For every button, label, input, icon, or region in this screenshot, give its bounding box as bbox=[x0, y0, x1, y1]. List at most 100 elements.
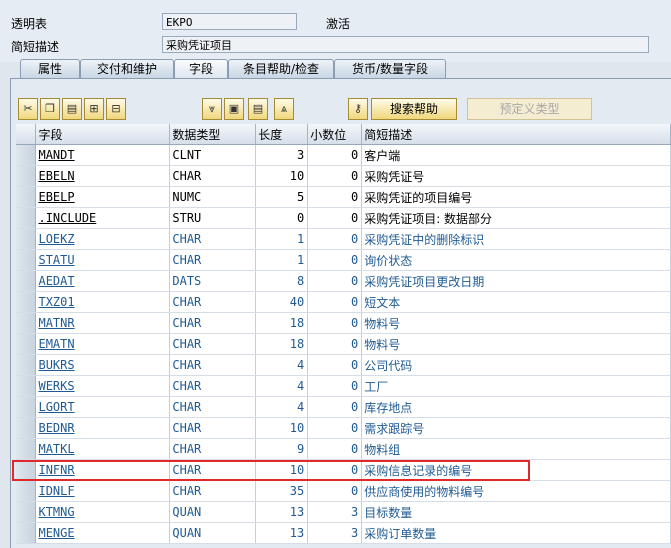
field-name-cell[interactable]: KTMNG bbox=[35, 501, 171, 523]
table-row[interactable]: EMATN CHAR 18 0 物料号 bbox=[16, 333, 671, 355]
short-desc-cell[interactable]: 物料号 bbox=[361, 333, 671, 355]
field-name-cell[interactable]: EBELN bbox=[35, 165, 171, 187]
row-selector[interactable] bbox=[16, 522, 37, 544]
short-desc-cell[interactable]: 询价状态 bbox=[361, 249, 671, 271]
length-cell[interactable]: 4 bbox=[255, 354, 309, 376]
row-selector[interactable] bbox=[16, 396, 37, 418]
col-header-decimals[interactable]: 小数位 bbox=[307, 124, 363, 145]
table-row[interactable]: MENGE QUAN 13 3 采购订单数量 bbox=[16, 522, 671, 544]
length-cell[interactable]: 4 bbox=[255, 375, 309, 397]
table-row[interactable]: WERKS CHAR 4 0 工厂 bbox=[16, 375, 671, 397]
row-selector[interactable] bbox=[16, 480, 37, 502]
row-selector[interactable] bbox=[16, 144, 37, 166]
data-type-cell[interactable]: CHAR bbox=[169, 312, 257, 334]
table-name-field[interactable]: EKPO bbox=[162, 13, 297, 30]
short-desc-cell[interactable]: 客户端 bbox=[361, 144, 671, 166]
tab-entry-help-check[interactable]: 条目帮助/检查 bbox=[228, 59, 334, 78]
field-name-cell[interactable]: MATKL bbox=[35, 438, 171, 460]
cut-icon[interactable]: ✂ bbox=[18, 98, 38, 120]
short-desc-cell[interactable]: 采购凭证项目: 数据部分 bbox=[361, 207, 671, 229]
length-cell[interactable]: 35 bbox=[255, 480, 309, 502]
row-selector[interactable] bbox=[16, 417, 37, 439]
row-selector[interactable] bbox=[16, 228, 37, 250]
field-name-cell[interactable]: WERKS bbox=[35, 375, 171, 397]
table-row[interactable]: MATKL CHAR 9 0 物料组 bbox=[16, 438, 671, 460]
row-selector[interactable] bbox=[16, 438, 37, 460]
table-row[interactable]: LGORT CHAR 4 0 库存地点 bbox=[16, 396, 671, 418]
short-desc-cell[interactable]: 采购订单数量 bbox=[361, 522, 671, 544]
length-cell[interactable]: 1 bbox=[255, 249, 309, 271]
short-desc-cell[interactable]: 物料组 bbox=[361, 438, 671, 460]
short-desc-cell[interactable]: 短文本 bbox=[361, 291, 671, 313]
short-desc-cell[interactable]: 公司代码 bbox=[361, 354, 671, 376]
row-selector[interactable] bbox=[16, 270, 37, 292]
tab-fields[interactable]: 字段 bbox=[174, 59, 228, 78]
field-name-cell[interactable]: EMATN bbox=[35, 333, 171, 355]
length-cell[interactable]: 40 bbox=[255, 291, 309, 313]
table-row[interactable]: LOEKZ CHAR 1 0 采购凭证中的删除标识 bbox=[16, 228, 671, 250]
length-cell[interactable]: 8 bbox=[255, 270, 309, 292]
field-name-cell[interactable]: STATU bbox=[35, 249, 171, 271]
data-type-cell[interactable]: CHAR bbox=[169, 228, 257, 250]
short-desc-field[interactable]: 采购凭证项目 bbox=[162, 36, 649, 53]
length-cell[interactable]: 1 bbox=[255, 228, 309, 250]
decimals-cell[interactable]: 0 bbox=[307, 249, 363, 271]
decimals-cell[interactable]: 0 bbox=[307, 186, 363, 208]
row-selector[interactable] bbox=[16, 249, 37, 271]
copy-icon[interactable]: ❐ bbox=[40, 98, 60, 120]
tab-attributes[interactable]: 属性 bbox=[20, 59, 80, 78]
col-header-data-type[interactable]: 数据类型 bbox=[169, 124, 257, 145]
data-type-cell[interactable]: NUMC bbox=[169, 186, 257, 208]
short-desc-cell[interactable]: 采购凭证的项目编号 bbox=[361, 186, 671, 208]
last-row-icon[interactable]: ⩓ bbox=[274, 98, 294, 120]
data-type-cell[interactable]: STRU bbox=[169, 207, 257, 229]
row-selector-header[interactable] bbox=[16, 124, 37, 145]
insert-row-icon[interactable]: ⊞ bbox=[84, 98, 104, 120]
col-header-field[interactable]: 字段 bbox=[35, 124, 171, 145]
delete-row-icon[interactable]: ⊟ bbox=[106, 98, 126, 120]
table-row[interactable]: TXZ01 CHAR 40 0 短文本 bbox=[16, 291, 671, 313]
data-type-cell[interactable]: CHAR bbox=[169, 480, 257, 502]
decimals-cell[interactable]: 0 bbox=[307, 207, 363, 229]
decimals-cell[interactable]: 3 bbox=[307, 522, 363, 544]
short-desc-cell[interactable]: 采购凭证号 bbox=[361, 165, 671, 187]
decimals-cell[interactable]: 0 bbox=[307, 354, 363, 376]
first-row-icon[interactable]: ⩔ bbox=[202, 98, 222, 120]
tab-currency-quantity[interactable]: 货币/数量字段 bbox=[334, 59, 446, 78]
short-desc-cell[interactable]: 供应商使用的物料编号 bbox=[361, 480, 671, 502]
length-cell[interactable]: 10 bbox=[255, 165, 309, 187]
decimals-cell[interactable]: 0 bbox=[307, 438, 363, 460]
table-row[interactable]: MANDT CLNT 3 0 客户端 bbox=[16, 144, 671, 166]
length-cell[interactable]: 13 bbox=[255, 522, 309, 544]
field-name-cell[interactable]: BEDNR bbox=[35, 417, 171, 439]
decimals-cell[interactable]: 0 bbox=[307, 417, 363, 439]
data-type-cell[interactable]: CHAR bbox=[169, 291, 257, 313]
decimals-cell[interactable]: 0 bbox=[307, 375, 363, 397]
length-cell[interactable]: 5 bbox=[255, 186, 309, 208]
row-selector[interactable] bbox=[16, 165, 37, 187]
row-selector[interactable] bbox=[16, 501, 37, 523]
row-selector[interactable] bbox=[16, 291, 37, 313]
data-type-cell[interactable]: CHAR bbox=[169, 375, 257, 397]
length-cell[interactable]: 0 bbox=[255, 207, 309, 229]
short-desc-cell[interactable]: 目标数量 bbox=[361, 501, 671, 523]
short-desc-cell[interactable]: 物料号 bbox=[361, 312, 671, 334]
data-type-cell[interactable]: CHAR bbox=[169, 249, 257, 271]
length-cell[interactable]: 4 bbox=[255, 396, 309, 418]
decimals-cell[interactable]: 0 bbox=[307, 333, 363, 355]
length-cell[interactable]: 18 bbox=[255, 312, 309, 334]
short-desc-cell[interactable]: 库存地点 bbox=[361, 396, 671, 418]
data-type-cell[interactable]: DATS bbox=[169, 270, 257, 292]
table-row[interactable]: BUKRS CHAR 4 0 公司代码 bbox=[16, 354, 671, 376]
field-name-cell[interactable]: .INCLUDE bbox=[35, 207, 171, 229]
field-name-cell[interactable]: TXZ01 bbox=[35, 291, 171, 313]
prev-page-icon[interactable]: ▣ bbox=[224, 98, 244, 120]
length-cell[interactable]: 10 bbox=[255, 417, 309, 439]
short-desc-cell[interactable]: 采购凭证项目更改日期 bbox=[361, 270, 671, 292]
data-type-cell[interactable]: QUAN bbox=[169, 522, 257, 544]
data-type-cell[interactable]: QUAN bbox=[169, 501, 257, 523]
table-row[interactable]: EBELP NUMC 5 0 采购凭证的项目编号 bbox=[16, 186, 671, 208]
data-type-cell[interactable]: CHAR bbox=[169, 438, 257, 460]
length-cell[interactable]: 9 bbox=[255, 438, 309, 460]
row-selector[interactable] bbox=[16, 207, 37, 229]
